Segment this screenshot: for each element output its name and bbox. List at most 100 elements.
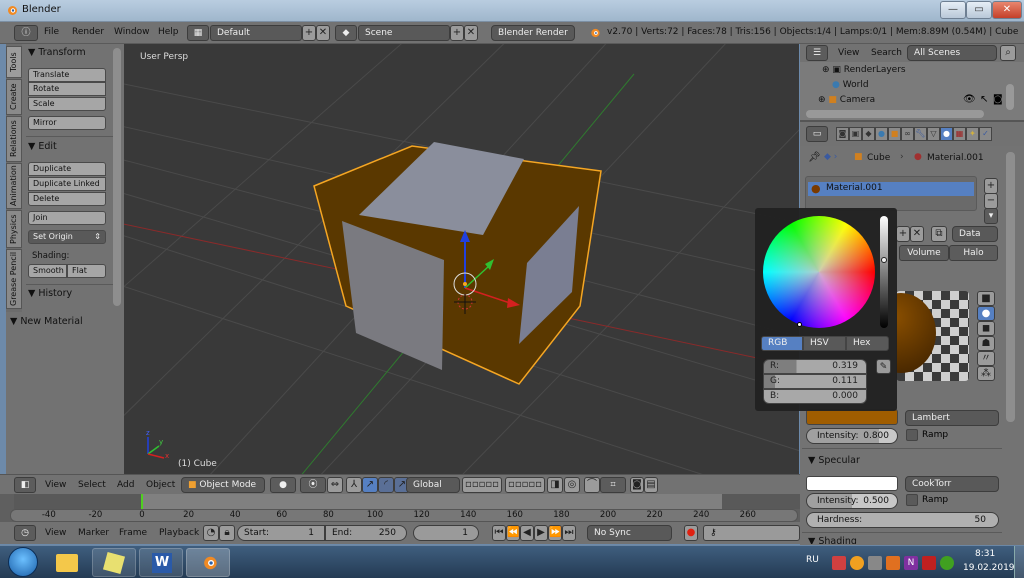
join-button[interactable]: Join [28,211,106,225]
lock-layers-icon[interactable]: ◨ [547,477,563,493]
render-tab-icon[interactable]: ◙ [836,127,849,141]
editor-type-outliner-icon[interactable]: ☰ [806,45,828,61]
material-tab-icon[interactable]: ● [940,127,953,141]
breadcrumb-object[interactable]: Cube [867,153,890,163]
menu-outliner-search[interactable]: Search [871,48,902,58]
mirror-button[interactable]: Mirror [28,116,106,130]
selectable-cursor-icon[interactable]: ↖ [980,94,988,105]
preview-world-icon[interactable]: ⁂ [977,366,995,381]
editor-type-timeline-icon[interactable]: ◷ [14,525,36,541]
display-mode-dropdown[interactable]: All Scenes [907,45,997,61]
hardness-field[interactable]: Hardness: 50 [806,512,999,528]
layers-grid-1[interactable]: ▫▫▫▫▫ [462,477,502,493]
color-wheel[interactable] [763,216,875,328]
proportional-edit-icon[interactable]: ◎ [564,477,580,493]
current-frame-marker[interactable] [141,494,143,509]
show-desktop-button[interactable] [1014,546,1024,578]
render-layers-tab-icon[interactable]: ▣ [849,127,862,141]
sync-mode-dropdown[interactable]: No Sync [587,525,672,541]
pin-icon[interactable]: 📌︎ [808,152,821,163]
end-frame-field[interactable]: End: 250 [325,525,407,541]
tab-relations[interactable]: Relations [6,116,22,162]
preview-range-icon[interactable]: ◔ [203,525,219,541]
physics-tab-icon[interactable]: ✓ [979,127,992,141]
tab-halo[interactable]: Halo [949,245,998,261]
outliner-vertical-scrollbar[interactable] [1006,84,1014,110]
add-material-button[interactable]: + [896,226,910,242]
specular-shader-dropdown[interactable]: CookTorr [905,476,999,492]
red-field[interactable]: R: 0.319 [763,359,867,374]
modifiers-tab-icon[interactable]: 🔧︎ [914,127,927,141]
link-data-dropdown[interactable]: Data [952,226,998,242]
particles-tab-icon[interactable]: ✦ [966,127,979,141]
duplicate-linked-button[interactable]: Duplicate Linked [28,177,106,191]
editor-type-properties-icon[interactable]: ▭ [806,126,828,142]
transform-orientation-dropdown[interactable]: Global [406,477,460,493]
remove-layout-button[interactable]: ✕ [316,25,330,41]
taskbar-blender[interactable] [186,548,230,577]
tray-printer-icon[interactable] [868,556,882,570]
mode-dropdown[interactable]: ■ Object Mode [181,477,265,493]
tab-physics[interactable]: Physics [6,210,22,248]
tray-onenote-icon[interactable]: N [904,556,918,570]
editor-type-info-icon[interactable]: ⓘ [14,25,38,41]
tray-update-icon[interactable] [850,556,864,570]
tab-hsv[interactable]: HSV [803,336,846,351]
tab-animation[interactable]: Animation [6,163,22,209]
taskbar-word[interactable]: W [139,548,183,577]
jump-next-key-icon[interactable]: ⏩ [548,525,562,541]
edit-panel-header[interactable]: ▼ Edit [28,141,57,152]
play-icon[interactable]: ▶ [534,525,548,541]
manipulator-toggle-icon[interactable]: ⇔ [327,477,343,493]
layers-grid-2[interactable]: ▫▫▫▫▫ [505,477,545,493]
texture-tab-icon[interactable]: ▦ [953,127,966,141]
delete-button[interactable]: Delete [28,192,106,206]
record-icon[interactable]: ● [684,525,698,541]
translate-manipulator-icon[interactable]: ↗ [362,477,378,493]
visibility-eye-icon[interactable]: 👁︎ [963,94,976,105]
remove-slot-button[interactable]: − [984,193,998,209]
clock-date[interactable]: 19.02.2019 [963,563,1015,573]
eyedropper-icon[interactable]: ✎ [876,359,891,374]
scale-button[interactable]: Scale [28,97,106,111]
menu-timeline-view[interactable]: View [45,528,66,538]
clock-time[interactable]: 8:31 [975,549,995,559]
scene-field[interactable]: Scene [358,25,450,41]
editor-type-3dview-icon[interactable]: ◧ [14,477,36,493]
preview-flat-icon[interactable]: ■ [977,291,995,306]
specular-panel-header[interactable]: ▼ Specular [808,455,860,466]
minimize-button[interactable]: — [940,1,966,19]
menu-view[interactable]: View [45,480,66,490]
add-slot-button[interactable]: + [984,178,998,194]
toolshelf-scrollbar[interactable] [113,48,121,306]
scene-tab-icon[interactable]: ◆ [862,127,875,141]
snap-icon[interactable]: ⌒ [584,477,600,493]
render-animation-icon[interactable]: ▤ [644,477,658,493]
tab-grease-pencil[interactable]: Grease Pencil [6,249,22,309]
close-button[interactable]: ✕ [992,1,1022,19]
outliner-horizontal-scrollbar[interactable] [806,110,984,118]
preview-hair-icon[interactable]: 〃 [977,351,995,366]
diffuse-ramp-checkbox[interactable] [906,429,918,441]
fake-user-icon[interactable]: ⧉ [931,226,947,242]
render-still-icon[interactable]: ◙ [630,477,644,493]
tab-volume[interactable]: Volume [899,245,949,261]
tab-rgb[interactable]: RGB [761,336,803,351]
tray-app-icon[interactable] [832,556,846,570]
current-frame-field[interactable]: 1 [413,525,479,541]
screen-layout-icon[interactable]: ▦ [187,25,209,41]
jump-end-icon[interactable]: ⏭ [562,525,576,541]
tab-hex[interactable]: Hex [846,336,889,351]
tab-create[interactable]: Create [6,79,22,115]
menu-outliner-view[interactable]: View [838,48,859,58]
menu-marker[interactable]: Marker [78,528,109,538]
rotate-button[interactable]: Rotate [28,82,106,96]
tray-flag-icon[interactable] [922,556,936,570]
menu-window[interactable]: Window [114,27,150,37]
specular-intensity-field[interactable]: Intensity: 0.500 [806,493,898,509]
smooth-button[interactable]: Smooth [28,264,67,278]
value-slider-handle[interactable] [881,257,887,263]
start-frame-field[interactable]: Start: 1 [237,525,325,541]
maximize-button[interactable]: ▭ [966,1,992,19]
translate-button[interactable]: Translate [28,68,106,82]
